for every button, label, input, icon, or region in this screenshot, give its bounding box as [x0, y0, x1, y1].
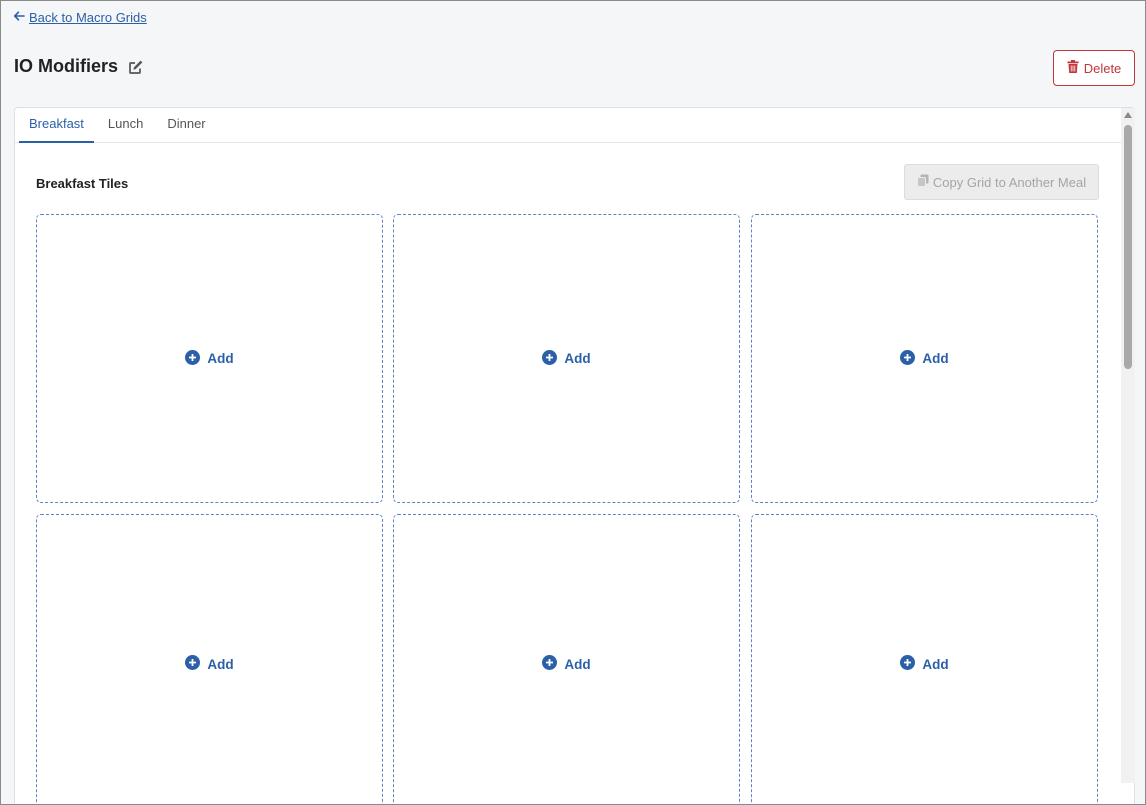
- add-tile-button[interactable]: Add: [542, 655, 591, 673]
- trash-icon: [1067, 60, 1079, 76]
- scrollbar-thumb[interactable]: [1124, 125, 1132, 369]
- back-to-macro-grids-link[interactable]: Back to Macro Grids: [13, 10, 147, 25]
- edit-icon[interactable]: [128, 59, 144, 75]
- title-row: IO Modifiers: [14, 56, 144, 77]
- tile-slot: Add: [393, 514, 740, 804]
- back-link-label[interactable]: Back to Macro Grids: [29, 10, 147, 25]
- copy-grid-button[interactable]: Copy Grid to Another Meal: [904, 164, 1099, 200]
- add-label: Add: [922, 351, 949, 366]
- tab-lunch[interactable]: Lunch: [98, 108, 153, 143]
- section-title: Breakfast Tiles: [36, 176, 129, 191]
- add-label: Add: [564, 351, 591, 366]
- delete-button-label: Delete: [1083, 60, 1122, 76]
- plus-circle-icon: [185, 349, 201, 368]
- plus-circle-icon: [900, 655, 916, 673]
- tab-dinner[interactable]: Dinner: [157, 108, 215, 143]
- add-tile-button[interactable]: Add: [185, 655, 234, 673]
- copy-grid-label: Copy Grid to Another Meal: [932, 174, 1087, 190]
- add-tile-button[interactable]: Add: [185, 349, 234, 368]
- add-label: Add: [564, 656, 591, 672]
- meal-grid-panel: Breakfast Lunch Dinner Breakfast Tiles C…: [14, 107, 1135, 804]
- add-tile-button[interactable]: Add: [900, 655, 949, 673]
- delete-button[interactable]: Delete: [1053, 50, 1135, 86]
- tile-slot: Add: [393, 214, 740, 503]
- vertical-scrollbar[interactable]: [1121, 108, 1135, 783]
- tab-breakfast[interactable]: Breakfast: [19, 108, 94, 143]
- page-title: IO Modifiers: [14, 56, 119, 76]
- add-label: Add: [207, 656, 234, 672]
- copy-icon: [916, 174, 929, 190]
- add-label: Add: [207, 351, 234, 366]
- meal-tabs: Breakfast Lunch Dinner: [15, 108, 1134, 143]
- add-label: Add: [922, 656, 949, 672]
- tile-slot: Add: [751, 214, 1098, 503]
- plus-circle-icon: [542, 655, 558, 673]
- tile-slot: Add: [36, 514, 383, 804]
- tile-slot: Add: [36, 214, 383, 503]
- plus-circle-icon: [542, 349, 558, 368]
- tab-content: Breakfast Tiles Copy Grid to Another Mea…: [15, 143, 1121, 804]
- scroll-up-arrow-icon[interactable]: [1124, 112, 1132, 118]
- tile-slot: Add: [751, 514, 1098, 804]
- plus-circle-icon: [185, 655, 201, 673]
- add-tile-button[interactable]: Add: [542, 349, 591, 368]
- add-tile-button[interactable]: Add: [900, 349, 949, 368]
- arrow-left-icon: [13, 10, 25, 25]
- plus-circle-icon: [900, 349, 916, 368]
- app-frame: Back to Macro Grids IO Modifiers Delete …: [0, 0, 1146, 805]
